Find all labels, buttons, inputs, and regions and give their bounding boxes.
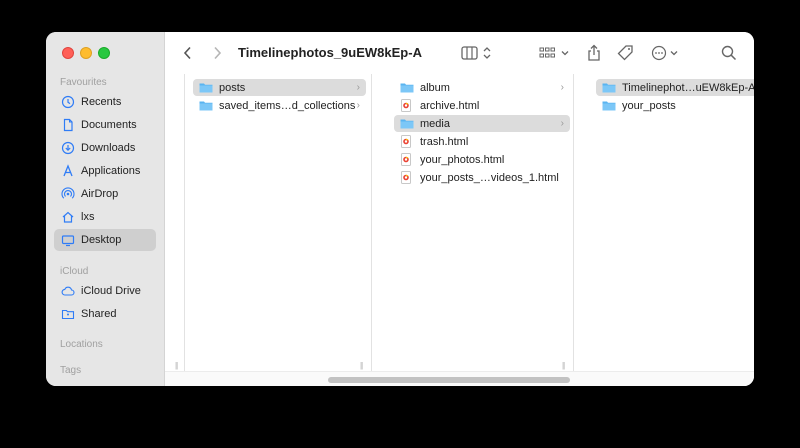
list-item-file[interactable]: trash.html bbox=[394, 133, 570, 150]
column-resize-handle[interactable]: || bbox=[360, 361, 363, 370]
back-button[interactable] bbox=[179, 43, 195, 63]
item-name: media bbox=[420, 117, 450, 130]
sidebar-item-label: lxs bbox=[81, 211, 95, 223]
list-item-folder[interactable]: media › bbox=[394, 115, 570, 132]
folder-icon bbox=[400, 118, 414, 130]
list-item-file[interactable]: your_posts_…videos_1.html bbox=[394, 169, 570, 186]
chevron-right-icon: › bbox=[560, 118, 564, 129]
sidebar-item-label: AirDrop bbox=[81, 188, 119, 200]
list-item-file[interactable]: your_photos.html bbox=[394, 151, 570, 168]
column-resize-handle[interactable]: || bbox=[175, 361, 178, 370]
column-partial: || bbox=[165, 74, 185, 372]
item-name: Timelinephot…uEW8kEp-A bbox=[622, 81, 754, 94]
column-browser: || posts › saved_items…d_collections › |… bbox=[165, 74, 754, 386]
cloud-icon bbox=[61, 284, 75, 298]
document-icon bbox=[61, 118, 75, 132]
home-icon bbox=[61, 210, 75, 224]
sidebar-item-label: Downloads bbox=[81, 142, 136, 154]
horizontal-scrollbar[interactable] bbox=[165, 371, 754, 386]
zoom-window-button[interactable] bbox=[98, 47, 110, 59]
view-columns-button[interactable] bbox=[461, 43, 497, 63]
share-icon bbox=[588, 44, 600, 61]
airdrop-icon bbox=[61, 187, 75, 201]
column-resize-handle[interactable]: || bbox=[562, 361, 565, 370]
item-name: your_photos.html bbox=[420, 153, 505, 166]
sidebar-item-desktop[interactable]: Desktop bbox=[54, 229, 156, 251]
folder-icon bbox=[602, 82, 616, 94]
close-window-button[interactable] bbox=[62, 47, 74, 59]
forward-button[interactable] bbox=[209, 43, 225, 63]
sidebar-item-label: Desktop bbox=[81, 234, 122, 246]
share-button[interactable] bbox=[585, 43, 603, 63]
desktop-icon bbox=[61, 233, 75, 247]
sidebar-item-applications[interactable]: Applications bbox=[54, 160, 156, 182]
html-file-icon bbox=[400, 171, 414, 184]
list-item-folder[interactable]: posts › bbox=[193, 79, 366, 96]
sidebar-item-label: Documents bbox=[81, 119, 137, 131]
sidebar-item-airdrop[interactable]: AirDrop bbox=[54, 183, 156, 205]
tags-button[interactable] bbox=[616, 43, 636, 63]
clock-icon bbox=[61, 95, 75, 109]
chevron-left-icon bbox=[183, 46, 191, 60]
search-icon bbox=[721, 45, 737, 61]
sidebar-item-icloud-drive[interactable]: iCloud Drive bbox=[54, 280, 156, 302]
list-item-folder[interactable]: album › bbox=[394, 79, 570, 96]
sidebar-section-locations: Locations bbox=[60, 339, 103, 350]
html-file-icon bbox=[400, 153, 414, 166]
item-name: saved_items…d_collections bbox=[219, 99, 356, 112]
minimize-window-button[interactable] bbox=[80, 47, 92, 59]
chevron-right-icon: › bbox=[560, 82, 564, 93]
ellipsis-circle-icon bbox=[651, 45, 678, 61]
item-name: your_posts_…videos_1.html bbox=[420, 171, 559, 184]
list-item-folder[interactable]: Timelinephot…uEW8kEp-A bbox=[596, 79, 754, 96]
chevron-right-icon: › bbox=[356, 82, 360, 93]
sidebar-item-label: Applications bbox=[81, 165, 141, 177]
column-2: album › archive.html media › trash.html … bbox=[372, 74, 574, 372]
list-item-folder[interactable]: your_posts bbox=[596, 97, 754, 114]
applications-icon bbox=[61, 164, 75, 178]
item-name: your_posts bbox=[622, 99, 676, 112]
group-by-button[interactable] bbox=[538, 43, 572, 63]
html-file-icon bbox=[400, 99, 414, 112]
chevron-right-icon bbox=[213, 46, 221, 60]
toolbar: Timelinephotos_9uEW8kEp-A bbox=[165, 32, 754, 74]
columns-view-icon bbox=[461, 46, 491, 60]
shared-folder-icon bbox=[61, 307, 75, 321]
item-name: trash.html bbox=[420, 135, 469, 148]
sidebar-item-shared[interactable]: Shared bbox=[54, 303, 156, 325]
download-icon bbox=[61, 141, 75, 155]
sidebar: Favourites Recents Documents Downloads A… bbox=[46, 32, 165, 386]
item-name: archive.html bbox=[420, 99, 480, 112]
sidebar-item-lxs[interactable]: lxs bbox=[54, 206, 156, 228]
sidebar-item-label: iCloud Drive bbox=[81, 285, 141, 297]
window-title: Timelinephotos_9uEW8kEp-A bbox=[238, 45, 422, 60]
search-button[interactable] bbox=[720, 43, 738, 63]
chevron-right-icon: › bbox=[356, 100, 360, 111]
folder-icon bbox=[602, 100, 616, 112]
item-name: album bbox=[420, 81, 450, 94]
item-name: posts bbox=[219, 81, 246, 94]
scrollbar-thumb[interactable] bbox=[328, 377, 570, 383]
sidebar-item-downloads[interactable]: Downloads bbox=[54, 137, 156, 159]
list-item-folder[interactable]: saved_items…d_collections › bbox=[193, 97, 366, 114]
sidebar-section-tags: Tags bbox=[60, 365, 82, 376]
folder-icon bbox=[199, 82, 213, 94]
more-actions-button[interactable] bbox=[650, 43, 682, 63]
sidebar-item-recents[interactable]: Recents bbox=[54, 91, 156, 113]
list-item-file[interactable]: archive.html bbox=[394, 97, 570, 114]
column-3: Timelinephot…uEW8kEp-A your_posts bbox=[574, 74, 754, 372]
html-file-icon bbox=[400, 135, 414, 148]
folder-icon bbox=[199, 100, 213, 112]
sidebar-item-documents[interactable]: Documents bbox=[54, 114, 156, 136]
tag-icon bbox=[617, 45, 633, 61]
column-1: posts › saved_items…d_collections › || bbox=[185, 74, 372, 372]
sidebar-item-label: Recents bbox=[81, 96, 122, 108]
sidebar-section-favourites: Favourites bbox=[60, 77, 107, 88]
grid-group-icon bbox=[539, 47, 569, 58]
sidebar-item-label: Shared bbox=[81, 308, 117, 320]
sidebar-section-icloud: iCloud bbox=[60, 266, 89, 277]
finder-window: Favourites Recents Documents Downloads A… bbox=[46, 32, 754, 386]
folder-icon bbox=[400, 82, 414, 94]
